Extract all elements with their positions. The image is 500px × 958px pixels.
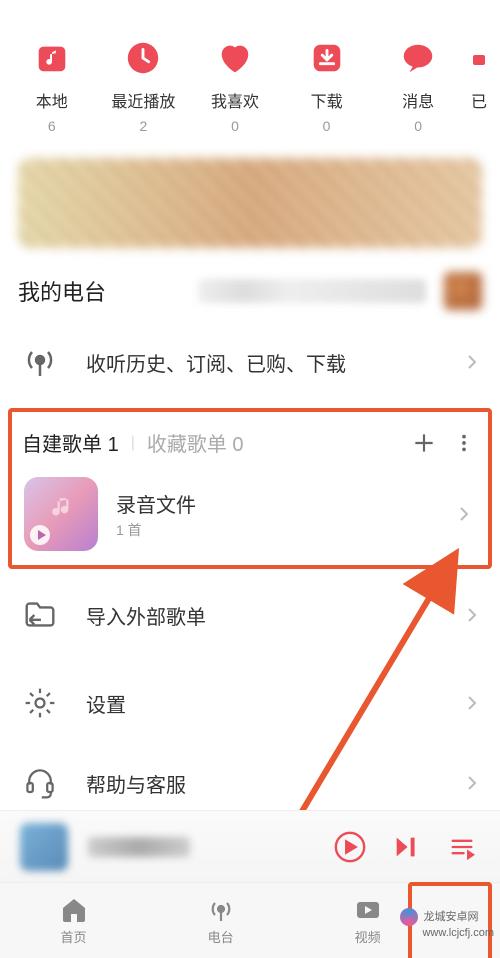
- cat-label: 我喜欢: [211, 88, 259, 112]
- now-playing-title-blurred: [88, 837, 190, 857]
- settings-row[interactable]: 设置: [0, 655, 500, 743]
- nav-label: 视频: [355, 927, 381, 946]
- radio-history-label: 收听历史、订阅、已购、下载: [86, 348, 438, 377]
- bag-icon: [469, 38, 489, 78]
- add-playlist-button[interactable]: [410, 429, 438, 457]
- chat-icon: [398, 38, 438, 78]
- cat-label: 最近播放: [111, 88, 175, 112]
- help-label: 帮助与客服: [86, 769, 438, 798]
- now-playing-bar[interactable]: [0, 810, 500, 882]
- cat-count: 0: [323, 118, 331, 134]
- cat-count: 0: [414, 118, 422, 134]
- promo-banner[interactable]: [18, 158, 482, 248]
- clock-icon: [123, 38, 163, 78]
- nav-home[interactable]: 首页: [0, 883, 147, 958]
- tab-fav-playlists[interactable]: 收藏歌单 0: [147, 428, 244, 457]
- radio-history-row[interactable]: 收听历史、订阅、已购、下载: [0, 322, 500, 402]
- more-menu-button[interactable]: [450, 429, 478, 457]
- my-radio-header: 我的电台: [0, 248, 500, 322]
- cat-local[interactable]: 本地 6: [6, 38, 98, 134]
- home-icon: [59, 895, 89, 925]
- next-track-button[interactable]: [388, 829, 424, 865]
- nav-label: 电台: [208, 927, 234, 946]
- chevron-right-icon: [462, 605, 482, 625]
- watermark-brand: 龙城安卓网: [424, 911, 479, 923]
- nav-radio[interactable]: 电台: [147, 883, 294, 958]
- broadcast-icon: [18, 340, 62, 384]
- chevron-right-icon: [462, 352, 482, 372]
- folder-import-icon: [18, 593, 62, 637]
- radio-icon: [206, 895, 236, 925]
- cat-count: 6: [48, 118, 56, 134]
- cat-favorite[interactable]: 我喜欢 0: [189, 38, 281, 134]
- import-label: 导入外部歌单: [86, 601, 438, 630]
- blurred-avatar: [444, 272, 482, 310]
- headset-icon: [18, 761, 62, 805]
- playlist-cover: [24, 477, 98, 551]
- tab-own-playlists[interactable]: 自建歌单 1: [22, 428, 119, 457]
- cat-messages[interactable]: 消息 0: [372, 38, 464, 134]
- tab-divider: |: [131, 434, 135, 452]
- cat-purchased-cut[interactable]: 已: [464, 38, 494, 134]
- heart-icon: [215, 38, 255, 78]
- cat-count: 0: [231, 118, 239, 134]
- playlist-tabs: 自建歌单 1 | 收藏歌单 0: [12, 412, 488, 465]
- watermark: 龙城安卓网 www.lcjcfj.com: [400, 908, 494, 940]
- cat-recent[interactable]: 最近播放 2: [98, 38, 190, 134]
- cat-label: 下载: [311, 88, 343, 112]
- play-button[interactable]: [332, 829, 368, 865]
- playlist-highlight-box: 自建歌单 1 | 收藏歌单 0 录音文件 1 首: [8, 408, 492, 569]
- cat-label: 本地: [36, 88, 68, 112]
- nav-label: 首页: [61, 927, 87, 946]
- blurred-text: [198, 279, 426, 303]
- top-categories: 本地 6 最近播放 2 我喜欢 0 下载 0 消息 0 已: [0, 0, 500, 152]
- chevron-right-icon: [454, 504, 474, 524]
- folder-music-icon: [32, 38, 72, 78]
- settings-label: 设置: [86, 689, 438, 718]
- watermark-url: www.lcjcfj.com: [422, 927, 494, 939]
- my-radio-title: 我的电台: [18, 275, 106, 307]
- cat-count: [477, 118, 481, 134]
- queue-button[interactable]: [444, 829, 480, 865]
- playlist-title: 录音文件: [116, 489, 436, 518]
- download-icon: [307, 38, 347, 78]
- chevron-right-icon: [462, 693, 482, 713]
- cat-count: 2: [139, 118, 147, 134]
- gear-icon: [18, 681, 62, 725]
- now-playing-cover: [20, 823, 68, 871]
- cat-label: 消息: [402, 88, 434, 112]
- import-playlist-row[interactable]: 导入外部歌单: [0, 575, 500, 655]
- playlist-subtitle: 1 首: [116, 520, 436, 540]
- cat-download[interactable]: 下载 0: [281, 38, 373, 134]
- playlist-item-recordings[interactable]: 录音文件 1 首: [12, 465, 488, 561]
- chevron-right-icon: [462, 773, 482, 793]
- cat-label: 已: [471, 88, 487, 112]
- video-icon: [353, 895, 383, 925]
- watermark-logo-icon: [400, 908, 418, 926]
